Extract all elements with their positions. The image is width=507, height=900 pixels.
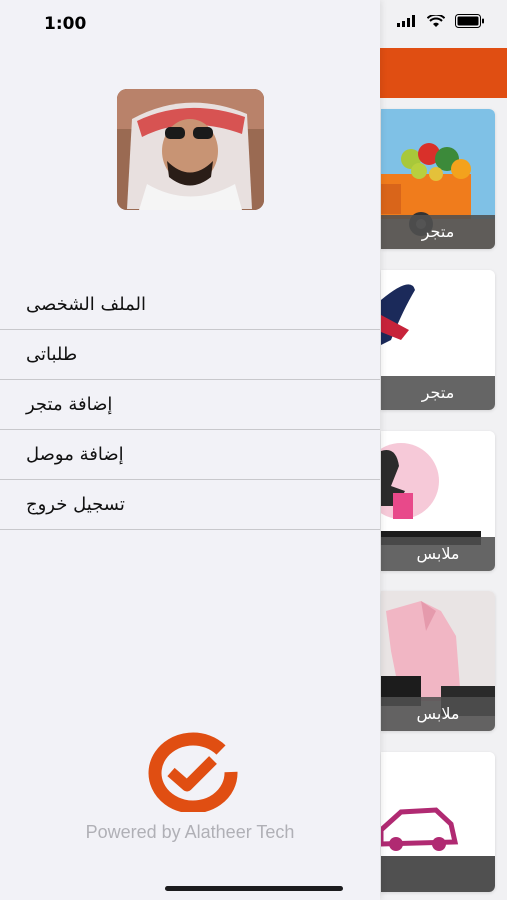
signal-icon <box>397 15 415 27</box>
store-card[interactable]: ملابس <box>381 431 495 571</box>
status-icons <box>397 14 485 28</box>
header-bar <box>380 48 507 98</box>
menu-item-add-store[interactable]: إضافة متجر <box>0 380 380 430</box>
menu-item-logout[interactable]: تسجيل خروج <box>0 480 380 530</box>
store-card[interactable]: متجر <box>381 270 495 410</box>
menu-item-label: طلباتى <box>26 344 78 365</box>
card-label: ملابس <box>381 697 495 731</box>
profile-avatar[interactable] <box>117 89 264 210</box>
avatar-image <box>117 89 264 210</box>
card-label: متجر <box>381 376 495 410</box>
card-label: متجر <box>381 215 495 249</box>
card-label: ملابس <box>381 537 495 571</box>
side-drawer: 1:00 الملف الشخصى طلباتى إضافة متجر إضاف… <box>0 0 380 900</box>
store-card[interactable] <box>381 752 495 892</box>
menu-item-label: إضافة متجر <box>26 394 113 415</box>
store-card[interactable]: متجر <box>381 109 495 249</box>
menu-item-label: تسجيل خروج <box>26 494 125 515</box>
battery-icon <box>455 14 484 28</box>
car-logo-image <box>381 752 495 892</box>
store-card[interactable]: ملابس <box>381 591 495 731</box>
menu-item-my-orders[interactable]: طلباتى <box>0 330 380 380</box>
menu-item-label: الملف الشخصى <box>26 294 146 315</box>
status-time: 1:00 <box>44 14 87 34</box>
menu-item-add-courier[interactable]: إضافة موصل <box>0 430 380 480</box>
drawer-menu: الملف الشخصى طلباتى إضافة متجر إضافة موص… <box>0 280 380 530</box>
alatheer-logo-icon <box>148 732 238 812</box>
menu-item-label: إضافة موصل <box>26 444 124 465</box>
menu-item-profile[interactable]: الملف الشخصى <box>0 280 380 330</box>
powered-by-footer: Powered by Alatheer Tech <box>85 822 295 842</box>
home-indicator[interactable] <box>165 886 343 891</box>
wifi-icon <box>427 14 445 27</box>
